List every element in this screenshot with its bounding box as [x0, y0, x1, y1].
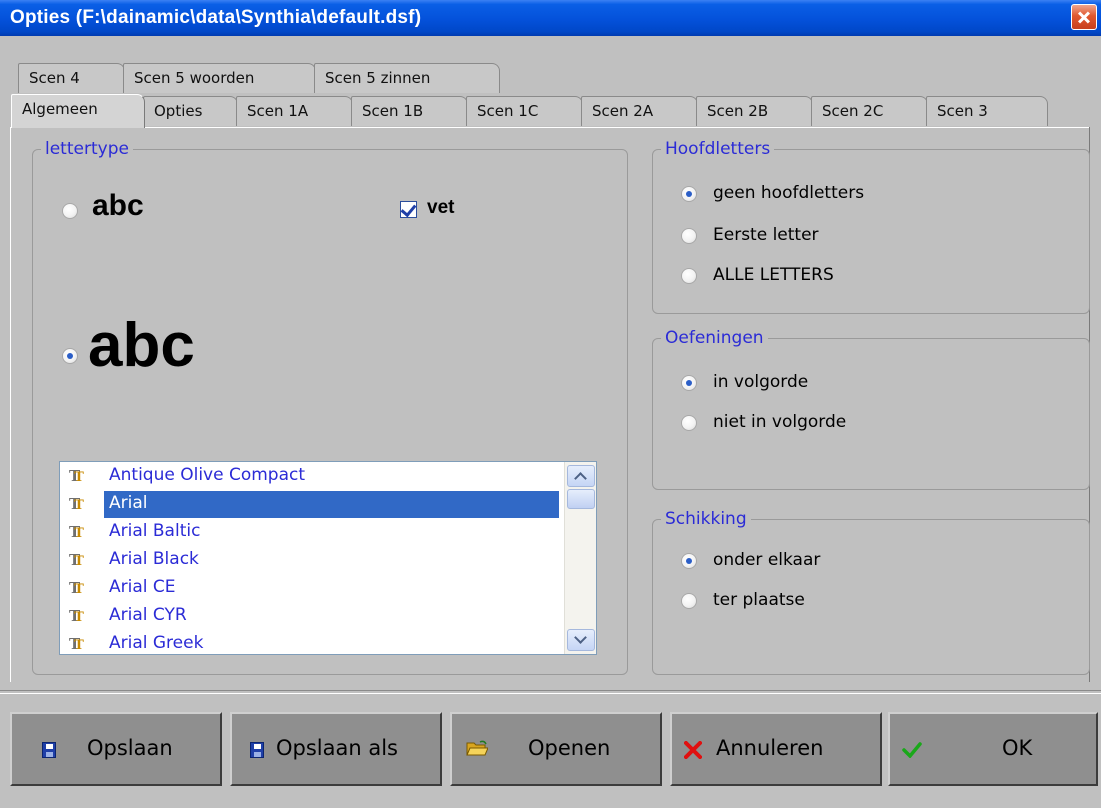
scroll-down-icon[interactable]	[567, 629, 595, 651]
cancel-x-icon	[684, 741, 702, 759]
group-lettertype-legend: lettertype	[45, 139, 129, 159]
radio-eerste-letter-label: Eerste letter	[713, 225, 819, 245]
ok-button[interactable]: OK	[888, 712, 1098, 786]
floppy-disk-icon	[42, 742, 56, 758]
tab-opties[interactable]: Opties	[143, 96, 238, 126]
tab-scen-3[interactable]: Scen 3	[926, 96, 1048, 126]
radio-ter-plaatse-label: ter plaatse	[713, 590, 805, 610]
radio-niet-in-volgorde-label: niet in volgorde	[713, 412, 847, 432]
group-schikking-legend: Schikking	[665, 509, 747, 529]
font-list-item[interactable]: TT Arial Baltic	[60, 519, 560, 547]
truetype-icon: TT	[69, 495, 84, 513]
tab-scen-2c[interactable]: Scen 2C	[811, 96, 928, 126]
floppy-disk-icon	[250, 742, 264, 758]
font-sample-small: abc	[92, 189, 144, 222]
bold-checkbox-label: vet	[427, 197, 455, 218]
tab-scen-1a[interactable]: Scen 1A	[236, 96, 353, 126]
options-dialog: Opties (F:\dainamic\data\Synthia\default…	[0, 0, 1101, 808]
scroll-up-icon[interactable]	[567, 465, 595, 487]
close-button[interactable]	[1071, 4, 1097, 30]
button-bar-separator	[0, 690, 1101, 694]
radio-in-volgorde-label: in volgorde	[713, 372, 809, 392]
radio-in-volgorde[interactable]	[681, 375, 697, 391]
tab-scen-2a[interactable]: Scen 2A	[581, 96, 698, 126]
checkmark-icon	[902, 742, 922, 758]
tab-scen-1c[interactable]: Scen 1C	[466, 96, 583, 126]
tab-algemeen[interactable]: Algemeen	[11, 94, 145, 128]
radio-geen-hoofdletters[interactable]	[681, 186, 697, 202]
cancel-button[interactable]: Annuleren	[670, 712, 882, 786]
group-oefeningen-legend: Oefeningen	[665, 328, 764, 348]
font-list-item-selected[interactable]: TT Arial	[60, 491, 560, 519]
group-hoofdletters-legend: Hoofdletters	[665, 139, 771, 159]
bold-checkbox[interactable]	[400, 201, 417, 218]
font-list-item[interactable]: TT Arial CE	[60, 575, 560, 603]
selection-highlight	[104, 491, 559, 518]
truetype-icon: TT	[69, 467, 84, 485]
font-listbox[interactable]: TT Antique Olive Compact TT Arial TT Ari…	[59, 461, 597, 655]
truetype-icon: TT	[69, 579, 84, 597]
radio-onder-elkaar[interactable]	[681, 553, 697, 569]
radio-ter-plaatse[interactable]	[681, 593, 697, 609]
radio-eerste-letter[interactable]	[681, 228, 697, 244]
tab-scen-4[interactable]: Scen 4	[18, 63, 125, 93]
radio-font-large[interactable]	[62, 348, 78, 364]
radio-geen-hoofdletters-label: geen hoofdletters	[713, 183, 865, 203]
tab-scen-2b[interactable]: Scen 2B	[696, 96, 813, 126]
font-list-item[interactable]: TT Antique Olive Compact	[60, 463, 560, 491]
tab-scen-5-zinnen[interactable]: Scen 5 zinnen	[314, 63, 500, 93]
font-list-item[interactable]: TT Arial Black	[60, 547, 560, 575]
scroll-thumb[interactable]	[567, 489, 595, 509]
radio-niet-in-volgorde[interactable]	[681, 415, 697, 431]
font-list-scrollbar[interactable]	[564, 462, 596, 654]
tab-scen-5-woorden[interactable]: Scen 5 woorden	[123, 63, 316, 93]
radio-onder-elkaar-label: onder elkaar	[713, 550, 821, 570]
font-list-item[interactable]: TT Arial Greek	[60, 631, 560, 654]
group-oefeningen: Oefeningen	[652, 328, 1090, 490]
window-title: Opties (F:\dainamic\data\Synthia\default…	[10, 7, 422, 28]
radio-font-small[interactable]	[62, 203, 78, 219]
font-sample-large: abc	[88, 311, 195, 380]
radio-alle-letters[interactable]	[681, 268, 697, 284]
tab-scen-1b[interactable]: Scen 1B	[351, 96, 468, 126]
title-bar[interactable]: Opties (F:\dainamic\data\Synthia\default…	[0, 0, 1101, 36]
save-button[interactable]: Opslaan	[10, 712, 222, 786]
open-button[interactable]: Openen	[450, 712, 662, 786]
radio-alle-letters-label: ALLE LETTERS	[713, 265, 834, 285]
font-list-item[interactable]: TT Arial CYR	[60, 603, 560, 631]
truetype-icon: TT	[69, 607, 84, 625]
truetype-icon: TT	[69, 635, 84, 653]
truetype-icon: TT	[69, 551, 84, 569]
save-as-button[interactable]: Opslaan als	[230, 712, 442, 786]
open-folder-icon	[466, 740, 488, 756]
truetype-icon: TT	[69, 523, 84, 541]
